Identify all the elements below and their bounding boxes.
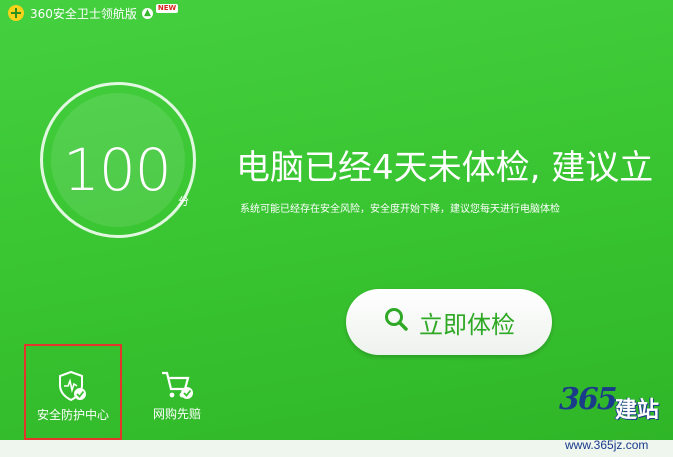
- main-window: 360安全卫士领航版 ▲ NEW 100 分 电脑已经4天未体检, 建议立 系统…: [0, 0, 673, 440]
- shield-icon: [58, 370, 88, 404]
- scan-now-button[interactable]: 立即体检: [346, 289, 552, 355]
- tool-security-center[interactable]: 安全防护中心: [24, 344, 122, 440]
- watermark-number: 365: [559, 382, 618, 417]
- watermark-chars: 建站: [615, 398, 660, 423]
- watermark: 365 建站 www.365jz.com: [545, 378, 673, 457]
- score-unit: 分: [178, 195, 189, 208]
- new-badge: NEW: [155, 3, 179, 13]
- search-icon: [383, 306, 409, 338]
- score-value: 100: [63, 136, 172, 204]
- title-bar: 360安全卫士领航版 ▲ NEW: [0, 0, 673, 26]
- upgrade-icon[interactable]: ▲: [141, 7, 153, 19]
- watermark-url: www.365jz.com: [565, 438, 649, 452]
- app-logo-icon: [8, 5, 24, 21]
- tool-shopping-label: 网购先赔: [152, 407, 201, 421]
- app-title: 360安全卫士领航版: [30, 6, 137, 21]
- status-subline: 系统可能已经存在安全风险，安全度开始下降，建议您每天进行电脑体检: [240, 204, 560, 215]
- tool-security-label: 安全防护中心: [36, 408, 109, 422]
- status-headline: 电脑已经4天未体检, 建议立: [236, 148, 654, 188]
- scan-now-label: 立即体检: [419, 310, 515, 339]
- tool-shopping-protection[interactable]: 网购先赔: [127, 345, 227, 431]
- shopping-cart-icon: [160, 369, 194, 403]
